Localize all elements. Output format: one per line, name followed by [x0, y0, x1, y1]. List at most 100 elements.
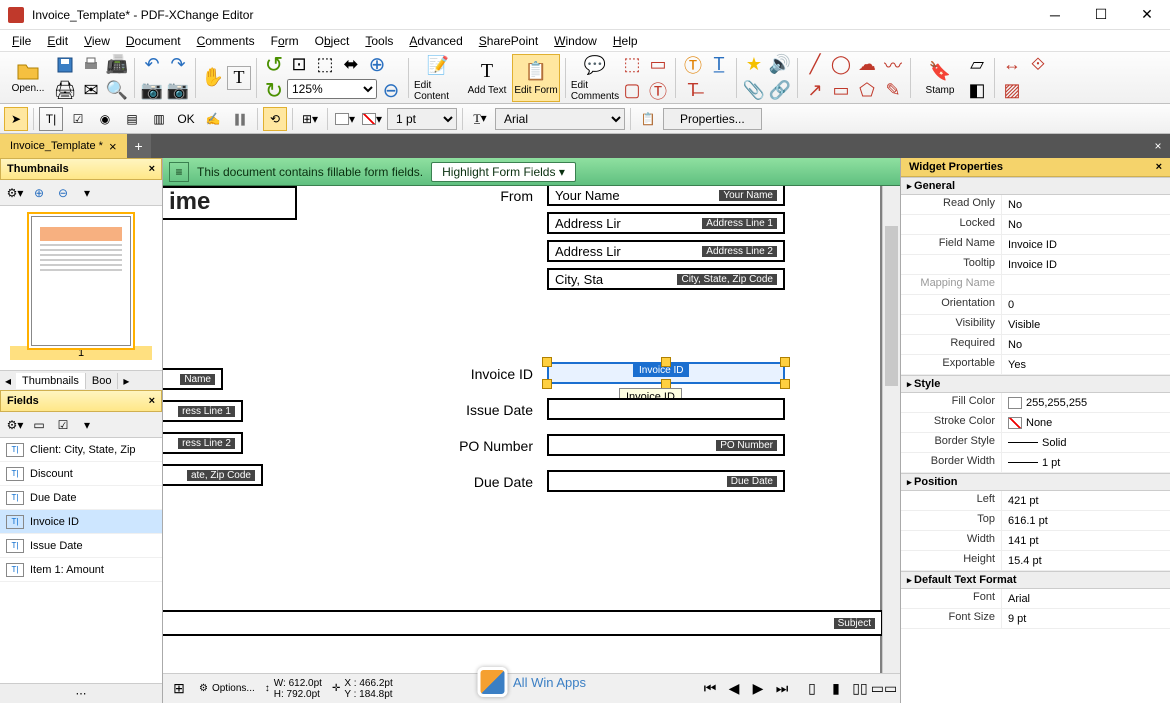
fields-options-button[interactable]: ⚙▾ [4, 414, 26, 436]
next-page-button[interactable]: ▶ [748, 679, 768, 699]
rotate-ccw-button[interactable]: ↺ [262, 53, 286, 77]
strikeout-tool[interactable]: T̶ [681, 79, 705, 103]
your-name-field[interactable]: Your NameYour Name [547, 186, 785, 206]
resize-handle-sw[interactable] [542, 379, 552, 389]
pencil-tool[interactable]: ✎ [881, 79, 905, 103]
signature-tool[interactable]: ✍ [201, 107, 225, 131]
field-item[interactable]: T|Discount [0, 462, 162, 486]
view-cont-button[interactable]: ▮ [826, 679, 846, 699]
camera-button[interactable]: 📷 [140, 79, 164, 103]
prop-stroke-color[interactable]: Stroke ColorNone [901, 413, 1170, 433]
first-page-button[interactable]: ⏮ [700, 679, 720, 699]
prop-font-size[interactable]: Font Size9 pt [901, 609, 1170, 629]
attach-tool[interactable]: 📎 [742, 79, 766, 103]
keep-mode-button[interactable]: ⟲ [263, 107, 287, 131]
polyline-tool[interactable]: 〰 [881, 53, 905, 77]
view-single-button[interactable]: ▯ [802, 679, 822, 699]
client-city-field[interactable]: ate, Zip Code [163, 464, 263, 486]
stroke-width-select[interactable]: 1 pt [387, 108, 457, 130]
open-button[interactable]: Open... [4, 54, 52, 102]
font-select[interactable]: Arial [495, 108, 625, 130]
redo-button[interactable]: ↷ [166, 53, 190, 77]
dropdown-tool[interactable]: ▥ [147, 107, 171, 131]
menu-tools[interactable]: Tools [357, 32, 401, 50]
checkbox-tool[interactable]: ☑ [66, 107, 90, 131]
oval-tool[interactable]: ◯ [829, 53, 853, 77]
rect-tool[interactable]: ▭ [829, 79, 853, 103]
measure-area-tool[interactable]: ▨ [1000, 79, 1024, 103]
camera2-button[interactable]: 📷 [166, 79, 190, 103]
prop-border-width[interactable]: Border Width1 pt [901, 453, 1170, 473]
zoom-out-button[interactable]: ⊖ [379, 79, 403, 103]
undo-button[interactable]: ↶ [140, 53, 164, 77]
listbox-tool[interactable]: ▤ [120, 107, 144, 131]
properties-icon[interactable]: 📋 [636, 107, 660, 131]
prop-row[interactable]: RequiredNo [901, 335, 1170, 355]
client-addr2-field[interactable]: ress Line 2 [163, 432, 243, 454]
print-button[interactable] [79, 53, 103, 77]
fields-more[interactable]: ▾ [76, 414, 98, 436]
edit-form-button[interactable]: 📋 Edit Form [512, 54, 560, 102]
radio-tool[interactable]: ◉ [93, 107, 117, 131]
prop-height[interactable]: Height15.4 pt [901, 551, 1170, 571]
thumb-zoom-in[interactable]: ⊕ [28, 182, 50, 204]
rotate-cw-button[interactable]: ↻ [262, 79, 286, 103]
close-thumbnails-icon[interactable]: × [149, 163, 155, 175]
resize-handle-se[interactable] [780, 379, 790, 389]
button-tool[interactable]: OK [174, 107, 198, 131]
group-position[interactable]: Position [901, 473, 1170, 491]
menu-form[interactable]: Form [263, 32, 307, 50]
actual-size-button[interactable]: ⊡ [287, 53, 311, 77]
pointer-tool[interactable]: ➤ [4, 107, 28, 131]
close-properties-icon[interactable]: × [1156, 161, 1162, 173]
stamp-button[interactable]: 🔖 Stamp [916, 54, 964, 102]
last-page-button[interactable]: ⏭ [772, 679, 792, 699]
underline-tool[interactable]: T̲ [707, 53, 731, 77]
menu-sharepoint[interactable]: SharePoint [471, 32, 546, 50]
fill-color-button[interactable]: ▾ [333, 107, 357, 131]
stroke-color-button[interactable]: ▾ [360, 107, 384, 131]
star-tool[interactable]: ★ [742, 53, 766, 77]
fit-width-button[interactable]: ⬌ [339, 53, 363, 77]
sound-tool[interactable]: 🔊 [768, 53, 792, 77]
menu-advanced[interactable]: Advanced [401, 32, 470, 50]
callout-button[interactable]: ▢ [620, 79, 644, 103]
view-facing-button[interactable]: ▯▯ [850, 679, 870, 699]
prop-border-style[interactable]: Border StyleSolid [901, 433, 1170, 453]
zoom-in-button[interactable]: ⊕ [365, 53, 389, 77]
field-item[interactable]: T|Client: City, State, Zip [0, 438, 162, 462]
field-item[interactable]: T|Invoice ID [0, 510, 162, 534]
tabs-prev[interactable]: ◂ [0, 374, 16, 388]
fields-view2[interactable]: ☑ [52, 414, 74, 436]
subject-field[interactable]: Subject [163, 610, 883, 636]
fit-page-button[interactable]: ⬚ [313, 53, 337, 77]
city-field[interactable]: City, StaCity, State, Zip Code [547, 268, 785, 290]
eraser2-tool[interactable]: ◧ [965, 79, 989, 103]
field-item[interactable]: T|Item 1: Amount [0, 558, 162, 582]
group-dtf[interactable]: Default Text Format [901, 571, 1170, 589]
resize-handle-ne[interactable] [780, 357, 790, 367]
resize-handle-n[interactable] [661, 357, 671, 367]
thumb-zoom-out[interactable]: ⊖ [52, 182, 74, 204]
prev-page-button[interactable]: ◀ [724, 679, 744, 699]
thumb-more[interactable]: ▾ [76, 182, 98, 204]
menu-document[interactable]: Document [118, 32, 189, 50]
zoom-level-select[interactable]: 125% [287, 79, 377, 99]
page-viewport[interactable]: ime Name ress Line 1 ress Line 2 ate, Zi… [163, 186, 900, 703]
tab-thumbnails[interactable]: Thumbnails [16, 373, 86, 389]
field-item[interactable]: T|Due Date [0, 486, 162, 510]
issue-date-field[interactable] [547, 398, 785, 420]
text-select-tool[interactable]: T [227, 66, 251, 90]
new-tab-button[interactable]: + [127, 134, 151, 158]
menu-view[interactable]: View [76, 32, 118, 50]
tab-bookmarks[interactable]: Boo [86, 373, 119, 389]
close-button[interactable]: ✕ [1124, 0, 1170, 30]
cloud-tool[interactable]: ☁ [855, 53, 879, 77]
addr1-field[interactable]: Address LirAddress Line 1 [547, 212, 785, 234]
add-text-button[interactable]: T Add Text [463, 54, 511, 102]
polygon-tool[interactable]: ⬠ [855, 79, 879, 103]
edit-comments-button[interactable]: 💬 Edit Comments [571, 54, 619, 102]
po-number-field[interactable]: PO Number [547, 434, 785, 456]
client-addr1-field[interactable]: ress Line 1 [163, 400, 243, 422]
prop-row[interactable]: LockedNo [901, 215, 1170, 235]
